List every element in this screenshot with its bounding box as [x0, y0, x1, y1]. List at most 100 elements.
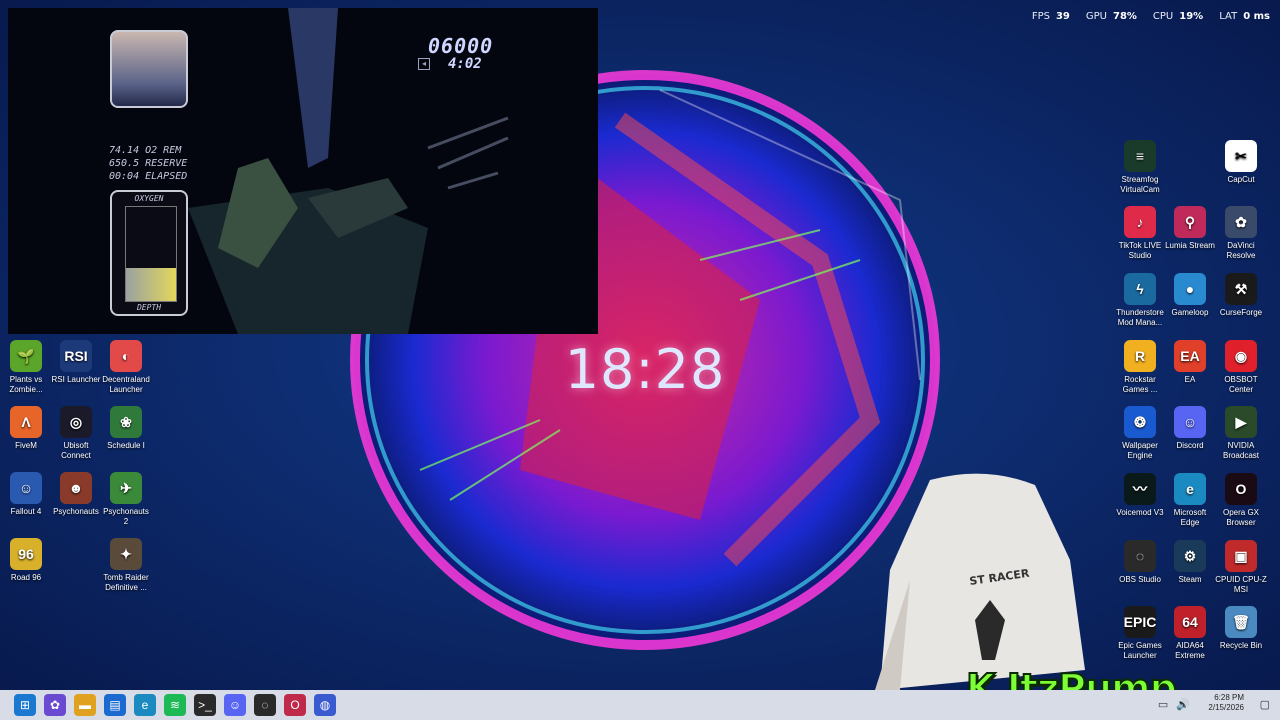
fps-value: 39: [1055, 11, 1070, 22]
desktop-shortcut[interactable]: ☻ Psychonauts: [50, 472, 102, 517]
shortcut-label: Schedule I: [107, 441, 145, 450]
game-window[interactable]: 06000 ◂ 4:02 74.14 O2 REM 650.5 RESERVE …: [8, 8, 598, 334]
fivem-icon: Λ: [10, 406, 42, 438]
desktop-shortcut[interactable]: ▣ CPUID CPU-Z MSI: [1215, 540, 1267, 595]
desktop-shortcut[interactable]: ♪ TikTok LIVE Studio: [1114, 206, 1166, 261]
notification-icon[interactable]: ▢: [1260, 698, 1270, 711]
app-taskbar-icon[interactable]: ◍: [314, 694, 336, 716]
wallpaper-clock: 18:28: [564, 338, 726, 401]
webcam-chair: ST RACER: [875, 473, 1085, 690]
desktop-shortcut[interactable]: ◌ OBS Studio: [1114, 540, 1166, 585]
epic-games-icon: EPIC: [1124, 606, 1156, 638]
shortcut-label: Road 96: [10, 573, 42, 582]
desktop-shortcut[interactable]: EA EA: [1164, 340, 1216, 385]
volume-icon[interactable]: 🔊: [1176, 698, 1190, 711]
psychonauts-2-icon: ✈: [110, 472, 142, 504]
start-icon[interactable]: ⊞: [14, 694, 36, 716]
ubisoft-icon: ◎: [60, 406, 92, 438]
desktop-shortcut[interactable]: 96 Road 96: [0, 538, 52, 583]
lumia-stream-icon: ⚲: [1174, 206, 1206, 238]
desktop-shortcut[interactable]: EPIC Epic Games Launcher: [1114, 606, 1166, 661]
shortcut-label: DaVinci Resolve: [1226, 241, 1256, 260]
taskbar-items: ⊞ ✿ ▬ ▤ e ≋ >_ ☺ ◌ O ◍: [10, 694, 340, 716]
discord-icon: ☺: [1174, 406, 1206, 438]
desktop-shortcut[interactable]: ◎ Ubisoft Connect: [50, 406, 102, 461]
capcut-icon: ✂: [1225, 140, 1257, 172]
shortcut-label: FiveM: [15, 441, 37, 450]
shortcut-label: Rockstar Games ...: [1122, 375, 1158, 394]
shortcut-label: NVIDIA Broadcast: [1222, 441, 1260, 460]
taskbar-time: 6:28 PM: [1214, 693, 1244, 702]
desktop-shortcut[interactable]: ✈ Psychonauts 2: [100, 472, 152, 527]
desktop-shortcut[interactable]: ☺ Fallout 4: [0, 472, 52, 517]
dive-stats: 74.14 O2 REM 650.5 RESERVE 00:04 ELAPSED: [109, 144, 187, 183]
shortcut-label: TikTok LIVE Studio: [1118, 241, 1162, 260]
obs-taskbar-icon[interactable]: ◌: [254, 694, 276, 716]
oxygen-bar: [125, 206, 177, 302]
depth-label: DEPTH: [136, 303, 162, 312]
desktop-shortcut[interactable]: ◐ Decentraland Launcher: [100, 340, 152, 395]
microsoft-store-icon[interactable]: ▤: [104, 694, 126, 716]
game-timer: 4:02: [448, 56, 482, 72]
desktop-shortcut[interactable]: ✿ DaVinci Resolve: [1215, 206, 1267, 261]
edge-taskbar-icon[interactable]: e: [134, 694, 156, 716]
desktop-shortcut[interactable]: RSI RSI Launcher: [50, 340, 102, 385]
obs-studio-icon: ◌: [1124, 540, 1156, 572]
desktop-shortcut[interactable]: ≡ Streamfog VirtualCam: [1114, 140, 1166, 195]
file-explorer-icon[interactable]: ▬: [74, 694, 96, 716]
terminal-icon[interactable]: >_: [194, 694, 216, 716]
desktop-shortcut[interactable]: ☺ Discord: [1164, 406, 1216, 451]
discord-taskbar-icon[interactable]: ☺: [224, 694, 246, 716]
desktop-shortcut[interactable]: ▶ NVIDIA Broadcast: [1215, 406, 1267, 461]
reserve: 650.5 RESERVE: [109, 158, 188, 169]
shortcut-label: EA: [1184, 375, 1196, 384]
nvidia-broadcast-icon: ▶: [1225, 406, 1257, 438]
desktop-shortcut[interactable]: ❂ Wallpaper Engine: [1114, 406, 1166, 461]
spotify-icon[interactable]: ≋: [164, 694, 186, 716]
system-tray: ▭ 🔊: [1158, 698, 1190, 711]
network-icon[interactable]: ▭: [1158, 698, 1168, 711]
latency-value: 0 ms: [1243, 11, 1270, 22]
obsbot-icon: ◉: [1225, 340, 1257, 372]
shortcut-label: Recycle Bin: [1219, 641, 1263, 650]
desktop-shortcut[interactable]: O Opera GX Browser: [1215, 473, 1267, 528]
desktop-shortcut[interactable]: ❀ Schedule I: [100, 406, 152, 451]
shortcut-label: Voicemod V3: [1116, 508, 1164, 517]
desktop-shortcut[interactable]: 64 AIDA64 Extreme: [1164, 606, 1216, 661]
curseforge-icon: ⚒: [1225, 273, 1257, 305]
shortcut-label: Lumia Stream: [1165, 241, 1215, 250]
fps-label: FPS: [1031, 11, 1050, 22]
opera-taskbar-icon[interactable]: O: [284, 694, 306, 716]
desktop-shortcut[interactable]: ✂ CapCut: [1215, 140, 1267, 185]
desktop-shortcut[interactable]: ◉ OBSBOT Center: [1215, 340, 1267, 395]
desktop-shortcut[interactable]: ● Gameloop: [1164, 273, 1216, 318]
desktop-shortcut[interactable]: e Microsoft Edge: [1164, 473, 1216, 528]
desktop-shortcut[interactable]: R Rockstar Games ...: [1114, 340, 1166, 395]
desktop-shortcut[interactable]: 🗑 Recycle Bin: [1215, 606, 1267, 651]
desktop-shortcut[interactable]: ⚒ CurseForge: [1215, 273, 1267, 318]
desktop-shortcut[interactable]: 〰 Voicemod V3: [1114, 473, 1166, 518]
shortcut-label: CPUID CPU-Z MSI: [1215, 575, 1267, 594]
desktop-shortcut[interactable]: ϟ Thunderstore Mod Mana...: [1114, 273, 1166, 328]
gpu-label: GPU: [1085, 11, 1107, 22]
decentraland-icon: ◐: [110, 340, 142, 372]
desktop-shortcut[interactable]: ⚙ Steam: [1164, 540, 1216, 585]
ea-icon: EA: [1174, 340, 1206, 372]
timer-icon: ◂: [418, 58, 430, 70]
road-96-icon: 96: [10, 538, 42, 570]
rockstar-icon: R: [1124, 340, 1156, 372]
taskbar-clock[interactable]: 6:28 PM 2/15/2026: [1208, 693, 1244, 713]
oxygen-label: OXYGEN: [134, 194, 164, 203]
shortcut-label: Wallpaper Engine: [1122, 441, 1158, 460]
desktop-shortcut[interactable]: ✦ Tomb Raider Definitive ...: [100, 538, 152, 593]
oxygen-fill: [126, 268, 176, 301]
shortcut-label: OBSBOT Center: [1224, 375, 1258, 394]
shortcut-label: OBS Studio: [1119, 575, 1161, 584]
gpu-value: 78%: [1112, 11, 1137, 22]
desktop-shortcut[interactable]: 🌱 Plants vs Zombie...: [0, 340, 52, 395]
desktop-shortcut[interactable]: Λ FiveM: [0, 406, 52, 451]
copilot-icon[interactable]: ✿: [44, 694, 66, 716]
edge-icon: e: [1174, 473, 1206, 505]
steam-icon: ⚙: [1174, 540, 1206, 572]
desktop-shortcut[interactable]: ⚲ Lumia Stream: [1164, 206, 1216, 251]
